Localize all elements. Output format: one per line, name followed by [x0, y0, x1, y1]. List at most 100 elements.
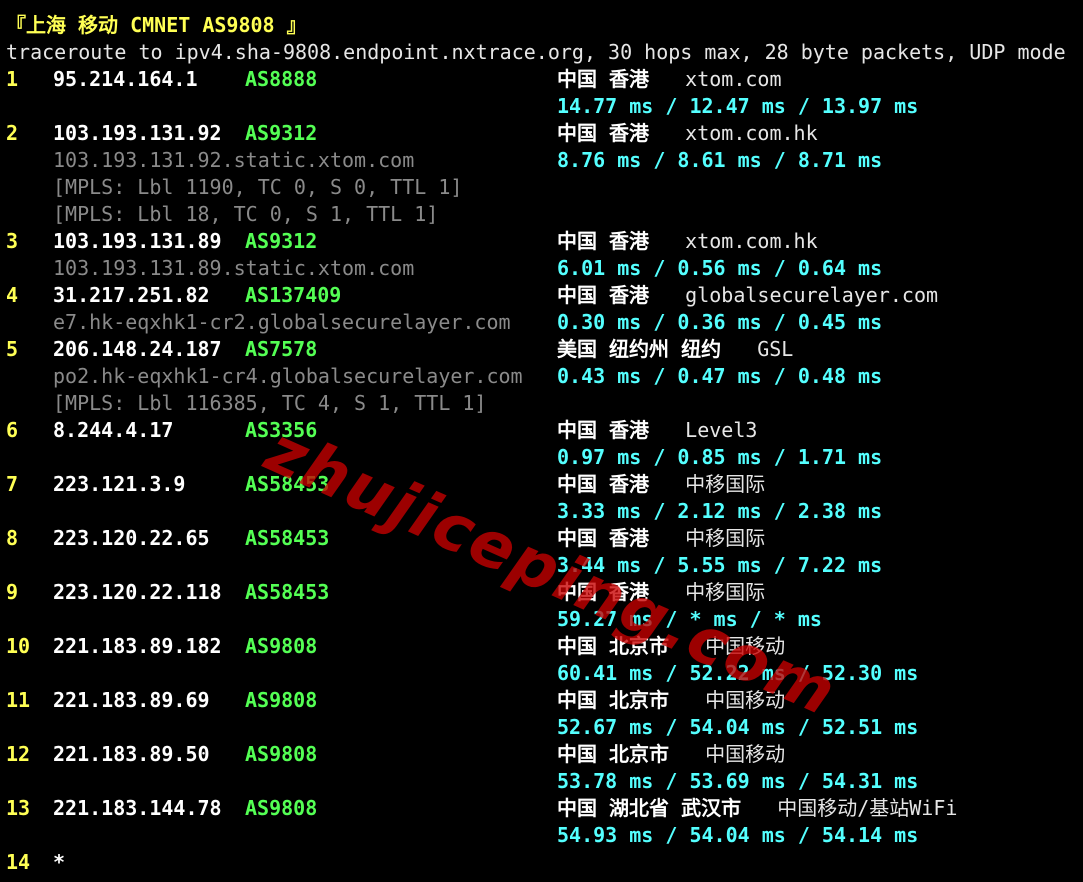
- hop-detail-row: 60.41 ms / 52.22 ms / 52.30 ms: [6, 660, 1083, 687]
- hop-ip: 95.214.164.1: [53, 67, 198, 91]
- hop-location: 美国 纽约州 纽约: [557, 337, 722, 361]
- hop-geo: 中国 香港 Level3: [557, 417, 757, 444]
- hop-owner: 中国移动: [705, 742, 786, 766]
- hop-owner: 中国移动: [705, 688, 786, 712]
- hop-row: 10 221.183.89.182 AS9808 中国 北京市 中国移动: [6, 633, 1083, 660]
- hop-asn: AS9808: [245, 688, 318, 712]
- hop-row: 2 103.193.131.92 AS9312 中国 香港 xtom.com.hk: [6, 120, 1083, 147]
- hop-hostname: [MPLS: Lbl 116385, TC 4, S 1, TTL 1]: [53, 391, 487, 415]
- hop-asn: AS58453: [245, 472, 330, 496]
- hop-location: 中国 香港: [557, 580, 650, 604]
- hop-hostname: po2.hk-eqxhk1-cr4.globalsecurelayer.com: [53, 364, 523, 388]
- hop-row: 1 95.214.164.1 AS8888 中国 香港 xtom.com: [6, 66, 1083, 93]
- hop-hostname: [MPLS: Lbl 1190, TC 0, S 0, TTL 1]: [53, 175, 463, 199]
- hop-rtt: 53.78 ms / 53.69 ms / 54.31 ms: [557, 769, 919, 793]
- hop-owner: GSL: [757, 337, 794, 361]
- hop-location: 中国 香港: [557, 418, 650, 442]
- hop-ip: 221.183.89.50: [53, 742, 210, 766]
- hop-geo: 中国 香港 中移国际: [557, 471, 765, 498]
- hop-detail-row: [MPLS: Lbl 116385, TC 4, S 1, TTL 1]: [6, 390, 1083, 417]
- hop-detail-row: 59.27 ms / * ms / * ms: [6, 606, 1083, 633]
- hop-ip: *: [53, 850, 66, 874]
- hop-detail-row: [MPLS: Lbl 1190, TC 0, S 0, TTL 1]: [6, 174, 1083, 201]
- hop-detail-row: 103.193.131.89.static.xtom.com 6.01 ms / …: [6, 255, 1083, 282]
- hop-detail-row: 3.44 ms / 5.55 ms / 7.22 ms: [6, 552, 1083, 579]
- hop-geo: 中国 北京市 中国移动: [557, 741, 785, 768]
- hop-number: 4: [6, 283, 19, 307]
- hop-hostname: 103.193.131.89.static.xtom.com: [53, 256, 415, 280]
- hop-ip: 223.121.3.9: [53, 472, 186, 496]
- hop-geo: 中国 香港 xtom.com: [557, 66, 782, 93]
- hop-owner: xtom.com.hk: [685, 229, 818, 253]
- hop-rtt: 59.27 ms / * ms / * ms: [557, 607, 822, 631]
- hop-row: 7 223.121.3.9 AS58453 中国 香港 中移国际: [6, 471, 1083, 498]
- hop-asn: AS58453: [245, 526, 330, 550]
- hop-geo: 中国 湖北省 武汉市 中国移动/基站WiFi: [557, 795, 957, 822]
- hop-row: 5 206.148.24.187 AS7578 美国 纽约州 纽约 GSL: [6, 336, 1083, 363]
- hop-location: 中国 北京市: [557, 742, 670, 766]
- hop-number: 5: [6, 337, 19, 361]
- hop-ip: 223.120.22.65: [53, 526, 210, 550]
- hop-number: 10: [6, 634, 31, 658]
- hop-rtt: 0.97 ms / 0.85 ms / 1.71 ms: [557, 445, 883, 469]
- hop-row: 8 223.120.22.65 AS58453 中国 香港 中移国际: [6, 525, 1083, 552]
- hop-location: 中国 香港: [557, 229, 650, 253]
- hop-ip: 221.183.89.182: [53, 634, 222, 658]
- hop-geo: 中国 香港 xtom.com.hk: [557, 228, 818, 255]
- hop-location: 中国 香港: [557, 67, 650, 91]
- hop-rtt: 14.77 ms / 12.47 ms / 13.97 ms: [557, 94, 919, 118]
- hop-ip: 103.193.131.92: [53, 121, 222, 145]
- hop-row: 12 221.183.89.50 AS9808 中国 北京市 中国移动: [6, 741, 1083, 768]
- hop-asn: AS9808: [245, 742, 318, 766]
- hop-rtt: 3.33 ms / 2.12 ms / 2.38 ms: [557, 499, 883, 523]
- hop-location: 中国 北京市: [557, 688, 670, 712]
- traceroute-command: traceroute to ipv4.sha-9808.endpoint.nxt…: [6, 40, 1066, 64]
- hop-rtt: 6.01 ms / 0.56 ms / 0.64 ms: [557, 256, 883, 280]
- hop-owner: 中国移动/基站WiFi: [777, 796, 958, 820]
- hop-geo: 中国 北京市 中国移动: [557, 687, 785, 714]
- session-title: 『上海 移动 CMNET AS9808 』: [6, 13, 307, 37]
- hop-hostname: [MPLS: Lbl 18, TC 0, S 1, TTL 1]: [53, 202, 439, 226]
- hop-owner: globalsecurelayer.com: [685, 283, 939, 307]
- hop-row: 11 221.183.89.69 AS9808 中国 北京市 中国移动: [6, 687, 1083, 714]
- hop-location: 中国 北京市: [557, 634, 670, 658]
- hop-number: 3: [6, 229, 19, 253]
- hop-rtt: 60.41 ms / 52.22 ms / 52.30 ms: [557, 661, 919, 685]
- hop-geo: 中国 香港 globalsecurelayer.com: [557, 282, 938, 309]
- hop-rtt: 52.67 ms / 54.04 ms / 52.51 ms: [557, 715, 919, 739]
- hop-hostname: e7.hk-eqxhk1-cr2.globalsecurelayer.com: [53, 310, 511, 334]
- hop-owner: Level3: [685, 418, 758, 442]
- hop-row: 13 221.183.144.78 AS9808 中国 湖北省 武汉市 中国移动/基站…: [6, 795, 1083, 822]
- hop-rtt: 0.43 ms / 0.47 ms / 0.48 ms: [557, 364, 883, 388]
- hop-row: 14 *: [6, 849, 1083, 876]
- hop-geo: 中国 香港 xtom.com.hk: [557, 120, 818, 147]
- hop-detail-row: 14.77 ms / 12.47 ms / 13.97 ms: [6, 93, 1083, 120]
- hop-hostname: 103.193.131.92.static.xtom.com: [53, 148, 415, 172]
- hop-asn: AS9312: [245, 229, 318, 253]
- hop-list: 1 95.214.164.1 AS8888 中国 香港 xtom.com 14.77 m…: [6, 66, 1083, 876]
- terminal-output: 『上海 移动 CMNET AS9808 』 traceroute to ipv4…: [6, 12, 1083, 876]
- hop-detail-row: po2.hk-eqxhk1-cr4.globalsecurelayer.com 0…: [6, 363, 1083, 390]
- hop-asn: AS9312: [245, 121, 318, 145]
- hop-ip: 31.217.251.82: [53, 283, 210, 307]
- hop-location: 中国 香港: [557, 472, 650, 496]
- hop-number: 2: [6, 121, 19, 145]
- hop-geo: 中国 北京市 中国移动: [557, 633, 785, 660]
- hop-row: 6 8.244.4.17 AS3356 中国 香港 Level3: [6, 417, 1083, 444]
- hop-number: 9: [6, 580, 19, 604]
- hop-ip: 221.183.144.78: [53, 796, 222, 820]
- hop-detail-row: 0.97 ms / 0.85 ms / 1.71 ms: [6, 444, 1083, 471]
- hop-asn: AS9808: [245, 634, 318, 658]
- hop-number: 6: [6, 418, 19, 442]
- hop-number: 14: [6, 850, 31, 874]
- hop-rtt: 8.76 ms / 8.61 ms / 8.71 ms: [557, 148, 883, 172]
- hop-asn: AS9808: [245, 796, 318, 820]
- hop-geo: 美国 纽约州 纽约 GSL: [557, 336, 793, 363]
- hop-location: 中国 香港: [557, 526, 650, 550]
- hop-owner: 中移国际: [685, 472, 766, 496]
- hop-location: 中国 香港: [557, 283, 650, 307]
- hop-ip: 221.183.89.69: [53, 688, 210, 712]
- hop-number: 7: [6, 472, 19, 496]
- hop-owner: 中国移动: [705, 634, 786, 658]
- hop-number: 8: [6, 526, 19, 550]
